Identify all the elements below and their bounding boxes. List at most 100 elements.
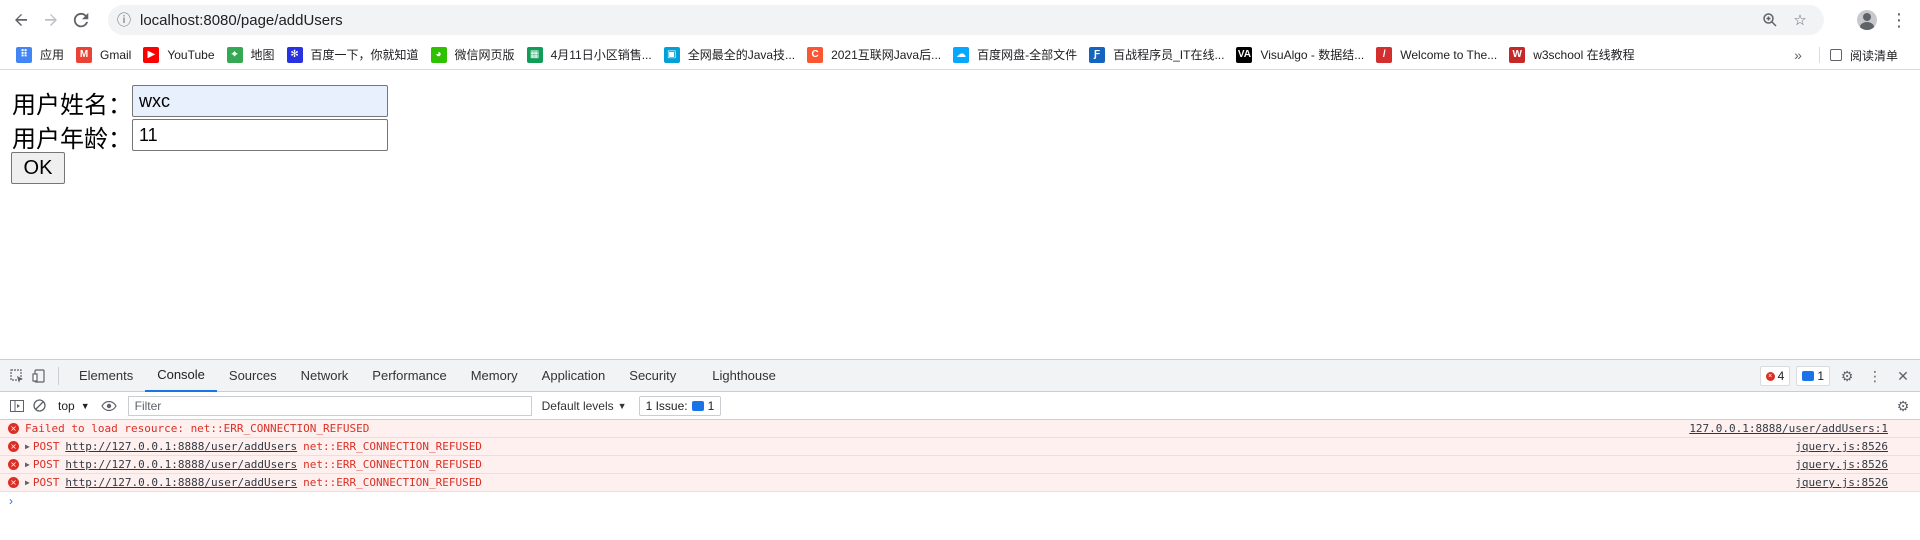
- name-input[interactable]: wxc: [132, 85, 388, 117]
- bookmark-item[interactable]: ▣ 全网最全的Java技...: [660, 43, 803, 67]
- reading-list-button[interactable]: 阅读清单: [1826, 43, 1906, 67]
- close-icon[interactable]: ✕: [1892, 365, 1914, 387]
- console-filterbar: top ▼ Filter Default levels ▼ 1 Issue: 1…: [0, 392, 1920, 420]
- source-link[interactable]: jquery.js:8526: [1795, 458, 1888, 471]
- reload-icon[interactable]: [66, 5, 96, 35]
- console-error-row[interactable]: × Failed to load resource: net::ERR_CONNE…: [0, 420, 1920, 438]
- device-toggle-icon[interactable]: [28, 365, 50, 387]
- context-selector[interactable]: top ▼: [50, 399, 98, 413]
- expand-triangle-icon[interactable]: ▶: [25, 478, 30, 487]
- error-icon: ×: [8, 441, 19, 452]
- error-message: Failed to load resource: net::ERR_CONNEC…: [25, 422, 370, 435]
- console-error-row[interactable]: × ▶ POST http://127.0.0.1:8888/user/addUser…: [0, 474, 1920, 492]
- bookmark-item[interactable]: ▦ 4月11日小区销售...: [523, 43, 660, 67]
- more-options-icon[interactable]: ⋮: [1864, 365, 1886, 387]
- issues-count: 1: [707, 398, 715, 413]
- bookmark-label: Gmail: [100, 47, 132, 62]
- request-url-link[interactable]: http://127.0.0.1:8888/user/addUsers: [65, 476, 297, 489]
- source-link[interactable]: jquery.js:8526: [1795, 476, 1888, 489]
- tab-elements[interactable]: Elements: [67, 360, 145, 392]
- bookmark-label: 4月11日小区销售...: [550, 48, 652, 62]
- bookmark-item[interactable]: ⌖ 地图: [223, 43, 283, 67]
- message-icon: [1802, 371, 1815, 381]
- filter-input[interactable]: Filter: [127, 395, 532, 416]
- youtube-icon: ▶: [143, 46, 160, 63]
- bilibili-icon: ▣: [663, 46, 680, 63]
- browser-toolbar: ⓘ localhost:8080/page/addUsers ☆ ⋮: [0, 0, 1920, 40]
- bookmarks-bar: ⠿ 应用 M Gmail ▶ YouTube ⌖ 地图 ✻ 百度一下，你就知道 ◕ 微信网页版 ▦ 4月1…: [0, 40, 1920, 70]
- age-label: 用户年龄：: [12, 125, 132, 153]
- tab-sources[interactable]: Sources: [217, 360, 289, 392]
- tab-security[interactable]: Security: [617, 360, 688, 392]
- bookmark-item[interactable]: ⠿ 应用: [12, 43, 72, 67]
- url-text[interactable]: localhost:8080/page/addUsers: [140, 12, 343, 29]
- console-log: × Failed to load resource: net::ERR_CONNE…: [0, 420, 1920, 492]
- profile-avatar[interactable]: [1852, 5, 1882, 35]
- error-detail: net::ERR_CONNECTION_REFUSED: [303, 476, 482, 489]
- name-row: 用户姓名：: [12, 85, 132, 120]
- issues-button[interactable]: 1 Issue: 1: [638, 395, 722, 416]
- source-link[interactable]: jquery.js:8526: [1795, 440, 1888, 453]
- tab-network[interactable]: Network: [289, 360, 361, 392]
- bookmark-item[interactable]: ◕ 微信网页版: [427, 43, 523, 67]
- message-count-badge[interactable]: 1: [1796, 366, 1830, 386]
- tab-application[interactable]: Application: [530, 360, 618, 392]
- devtools-right-tools: × 4 1 ⚙ ⋮ ✕: [1759, 365, 1914, 387]
- tab-lighthouse[interactable]: Lighthouse: [700, 360, 788, 392]
- bookmark-item[interactable]: M Gmail: [72, 43, 139, 67]
- address-bar[interactable]: ⓘ localhost:8080/page/addUsers ☆: [108, 5, 1824, 35]
- bookmark-item[interactable]: / Welcome to The...: [1372, 43, 1505, 67]
- tab-console[interactable]: Console: [145, 360, 217, 392]
- console-prompt[interactable]: ›: [0, 492, 1920, 510]
- error-icon: ×: [1765, 371, 1775, 381]
- maps-icon: ⌖: [226, 46, 243, 63]
- clear-console-icon[interactable]: [28, 395, 50, 417]
- eye-icon[interactable]: [98, 395, 120, 417]
- reading-list-label: 阅读清单: [1849, 48, 1898, 63]
- bookmark-label: w3school 在线教程: [1533, 48, 1635, 62]
- info-icon[interactable]: ⓘ: [108, 10, 140, 30]
- settings-gear-icon[interactable]: ⚙: [1836, 365, 1858, 387]
- feather-icon: /: [1376, 46, 1393, 63]
- star-icon[interactable]: ☆: [1788, 8, 1812, 32]
- tab-memory[interactable]: Memory: [459, 360, 530, 392]
- expand-triangle-icon[interactable]: ▶: [25, 460, 30, 469]
- error-icon: ×: [8, 459, 19, 470]
- more-bookmarks-icon[interactable]: »: [1783, 47, 1813, 63]
- bookmark-item[interactable]: ▶ YouTube: [139, 43, 222, 67]
- error-icon: ×: [8, 477, 19, 488]
- source-link[interactable]: 127.0.0.1:8888/user/addUsers:1: [1689, 422, 1888, 435]
- ok-button[interactable]: OK: [11, 152, 65, 184]
- menu-icon[interactable]: ⋮: [1884, 5, 1914, 35]
- sidebar-toggle-icon[interactable]: [6, 395, 28, 417]
- expand-triangle-icon[interactable]: ▶: [25, 442, 30, 451]
- bookmark-item[interactable]: Ƒ 百战程序员_IT在线...: [1085, 43, 1232, 67]
- bookmark-item[interactable]: Ww3school 在线教程: [1505, 43, 1642, 67]
- back-icon[interactable]: [6, 5, 36, 35]
- csdn-icon: C: [807, 46, 824, 63]
- bookmark-label: YouTube: [167, 47, 215, 62]
- page-content: 用户姓名： wxc 用户年龄： 11 OK: [0, 71, 1920, 359]
- inspect-icon[interactable]: [6, 365, 28, 387]
- devtools-panel: Elements Console Sources Network Performance…: [0, 359, 1920, 540]
- bookmark-item[interactable]: VA VisuAlgo - 数据结...: [1232, 43, 1372, 67]
- error-count-badge[interactable]: × 4: [1759, 366, 1791, 386]
- bookmark-item[interactable]: ☁ 百度网盘-全部文件: [949, 43, 1085, 67]
- forward-icon[interactable]: [36, 5, 66, 35]
- age-input[interactable]: 11: [132, 119, 388, 151]
- console-settings-icon[interactable]: ⚙: [1892, 395, 1914, 417]
- dropdown-arrow-icon: ▼: [80, 400, 90, 411]
- zoom-icon[interactable]: [1758, 8, 1782, 32]
- devtools-tabs: Elements Console Sources Network Performance…: [67, 360, 788, 392]
- bookmark-item[interactable]: C 2021互联网Java后...: [803, 43, 949, 67]
- age-row: 用户年龄：: [12, 119, 132, 154]
- request-url-link[interactable]: http://127.0.0.1:8888/user/addUsers: [65, 440, 297, 453]
- bookmarks-right: » 阅读清单: [1783, 43, 1906, 67]
- log-levels-dropdown[interactable]: Default levels ▼: [542, 399, 627, 413]
- request-url-link[interactable]: http://127.0.0.1:8888/user/addUsers: [65, 458, 297, 471]
- tab-performance[interactable]: Performance: [360, 360, 458, 392]
- bookmark-item[interactable]: ✻ 百度一下，你就知道: [283, 43, 427, 67]
- issues-label: 1 Issue:: [645, 398, 688, 413]
- console-error-row[interactable]: × ▶ POST http://127.0.0.1:8888/user/addUser…: [0, 456, 1920, 474]
- console-error-row[interactable]: × ▶ POST http://127.0.0.1:8888/user/addUser…: [0, 438, 1920, 456]
